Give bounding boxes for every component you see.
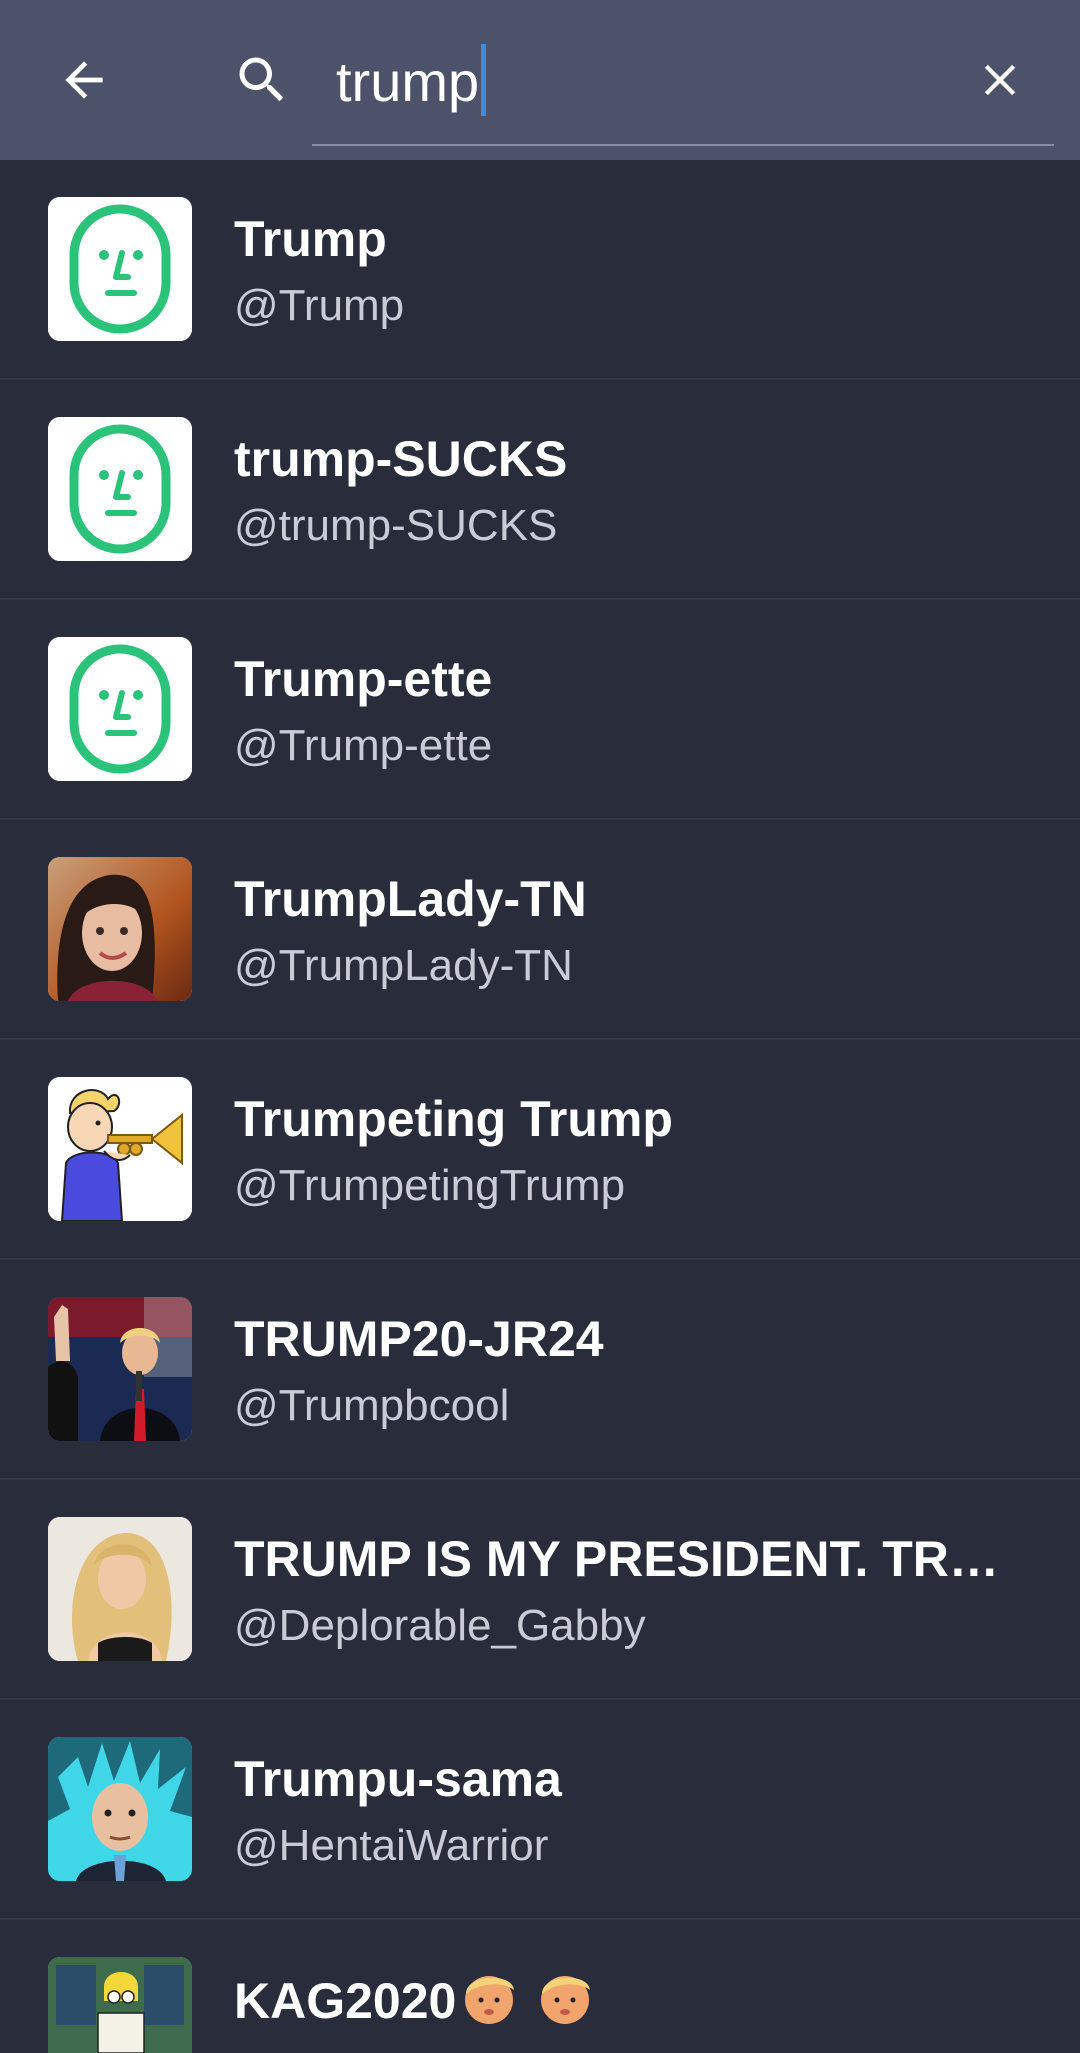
man-at-podium-photo-avatar	[48, 1297, 192, 1441]
result-handle: @Trump-ette	[234, 721, 493, 770]
list-item[interactable]: TrumpLady-TN @TrumpLady-TN	[0, 820, 1080, 1040]
result-handle: @TrumpetingTrump	[234, 1161, 626, 1210]
result-name: Trump-ette	[234, 651, 493, 707]
default-face-avatar	[48, 637, 192, 781]
result-name: TrumpLady-TN	[234, 871, 587, 927]
list-item[interactable]: TRUMP IS MY PRESIDENT. TRUMP @Deplorable…	[0, 1480, 1080, 1700]
result-name: TRUMP20-JR24	[234, 1311, 604, 1367]
clear-search-button[interactable]	[956, 36, 1044, 124]
result-handle: @trump-SUCKS	[234, 501, 558, 550]
trump-face-emoji-icon	[465, 1976, 515, 2024]
result-name: Trump	[234, 211, 387, 267]
result-name: TRUMP IS MY PRESIDENT. TRUMP	[234, 1531, 1034, 1587]
list-item[interactable]: KAG2020	[0, 1920, 1080, 2053]
result-handle: @Deplorable_Gabby	[234, 1601, 646, 1650]
result-name: trump-SUCKS	[234, 431, 568, 487]
cartoon-sign-avatar	[48, 1957, 192, 2053]
list-item[interactable]: trump-SUCKS @trump-SUCKS	[0, 380, 1080, 600]
result-name: Trumpu-sama	[234, 1751, 562, 1807]
list-item[interactable]: TRUMP20-JR24 @Trumpbcool	[0, 1260, 1080, 1480]
result-handle: @TrumpLady-TN	[234, 941, 573, 990]
result-handle: @Trumpbcool	[234, 1381, 510, 1430]
woman-photo-avatar	[48, 857, 192, 1001]
search-toolbar: trump	[0, 0, 1080, 160]
list-item[interactable]: Trump @Trump	[0, 160, 1080, 380]
list-item[interactable]: Trumpu-sama @HentaiWarrior	[0, 1700, 1080, 1920]
search-results-list: Trump @Trump trump-SUCKS @trump-SUCKS Tr…	[0, 160, 1080, 2053]
default-face-avatar	[48, 197, 192, 341]
anime-hair-man-avatar	[48, 1737, 192, 1881]
list-item[interactable]: Trumpeting Trump @TrumpetingTrump	[0, 1040, 1080, 1260]
close-icon	[984, 64, 1016, 96]
search-query-text: trump	[336, 44, 487, 120]
search-input[interactable]: trump	[312, 18, 1054, 146]
result-name: Trumpeting Trump	[234, 1091, 673, 1147]
blonde-woman-photo-avatar	[48, 1517, 192, 1661]
list-item[interactable]: Trump-ette @Trump-ette	[0, 600, 1080, 820]
trump-face-emoji-icon	[541, 1976, 591, 2024]
search-screen: trump Trump @Trump trump-SUCKS @trump-SU…	[0, 0, 1080, 2053]
result-handle: @HentaiWarrior	[234, 1821, 549, 1870]
result-handle: @Trump	[234, 281, 405, 330]
back-button[interactable]	[40, 36, 128, 124]
text-caret	[481, 44, 487, 116]
result-name: KAG2020	[234, 1968, 1034, 2032]
trumpet-player-cartoon-avatar	[48, 1077, 192, 1221]
arrow-left-icon	[65, 61, 103, 99]
search-icon	[222, 40, 302, 120]
default-face-avatar	[48, 417, 192, 561]
